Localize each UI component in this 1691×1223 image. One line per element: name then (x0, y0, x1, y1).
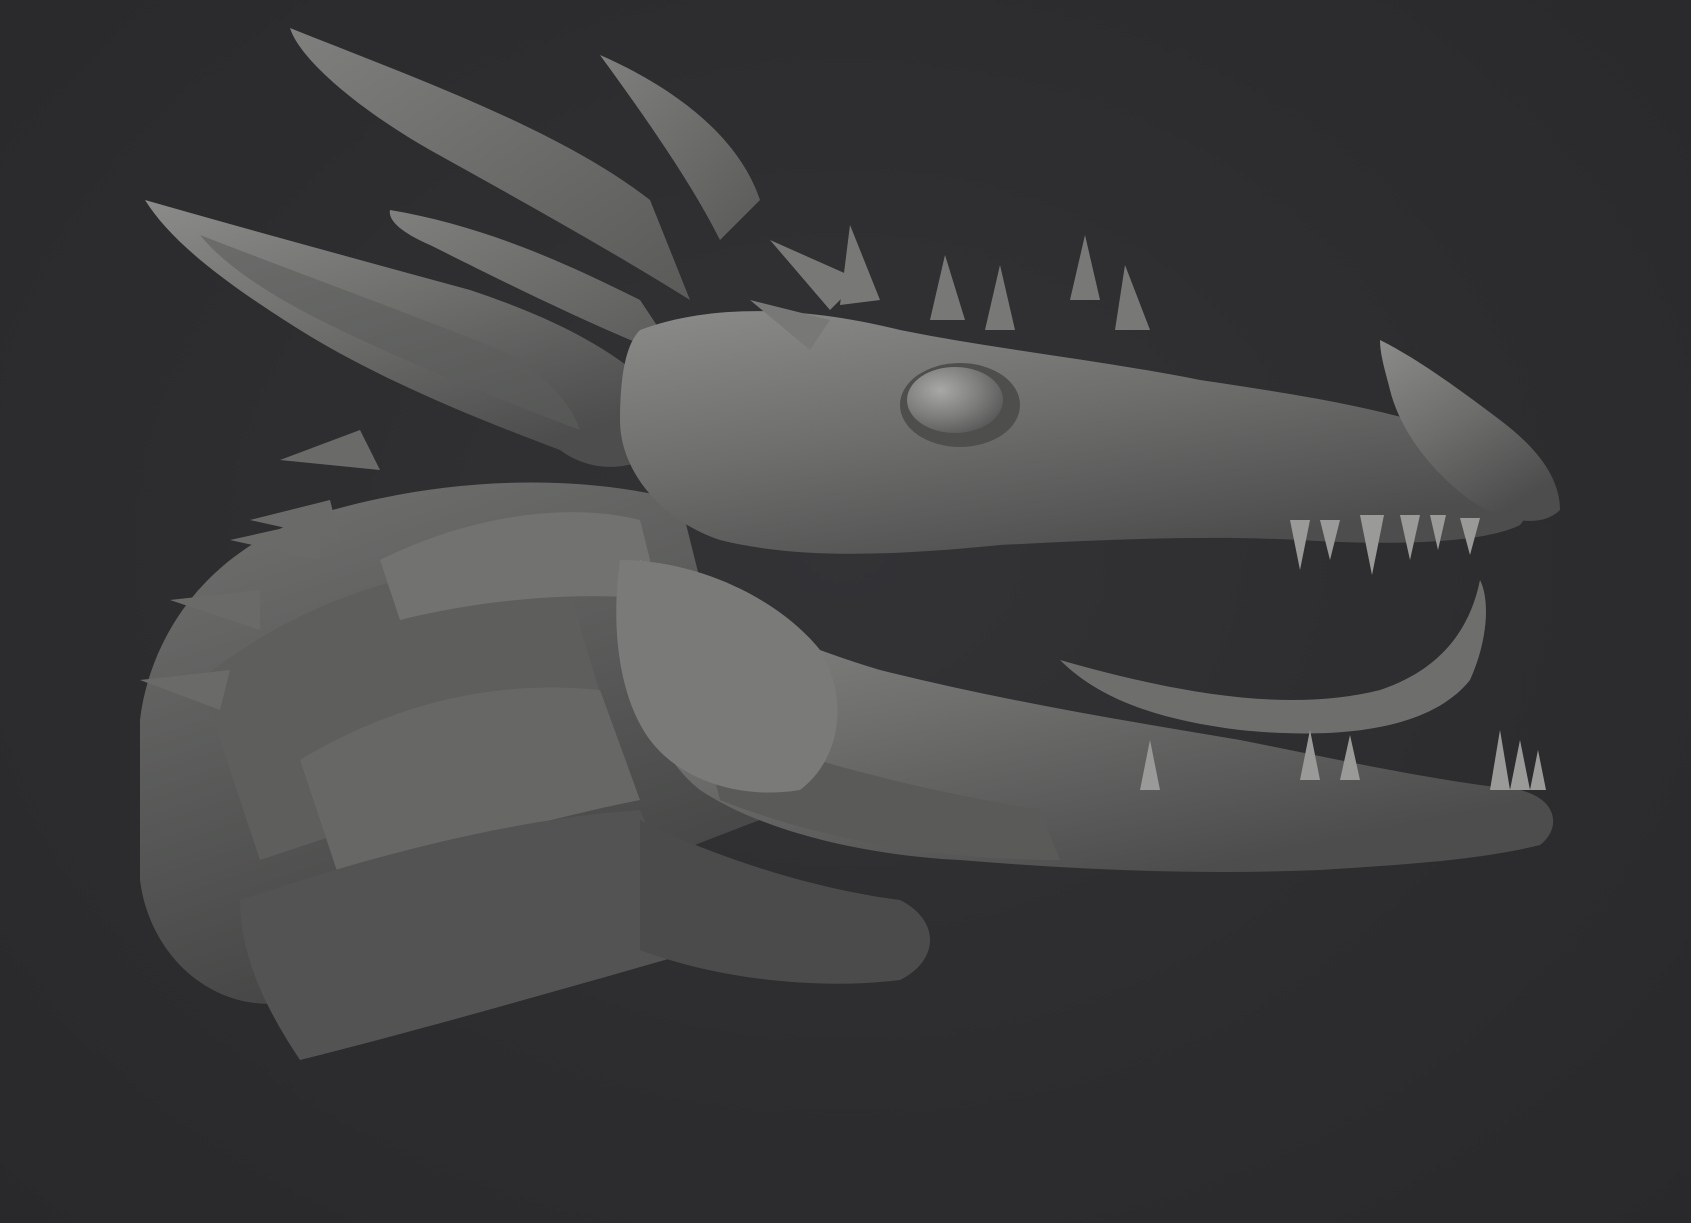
sculpt-viewport (0, 0, 1691, 1223)
dragon-head-sculpt (140, 28, 1560, 1060)
brow-spikes (750, 225, 1150, 350)
tongue (1060, 580, 1486, 734)
eye (900, 363, 1020, 447)
